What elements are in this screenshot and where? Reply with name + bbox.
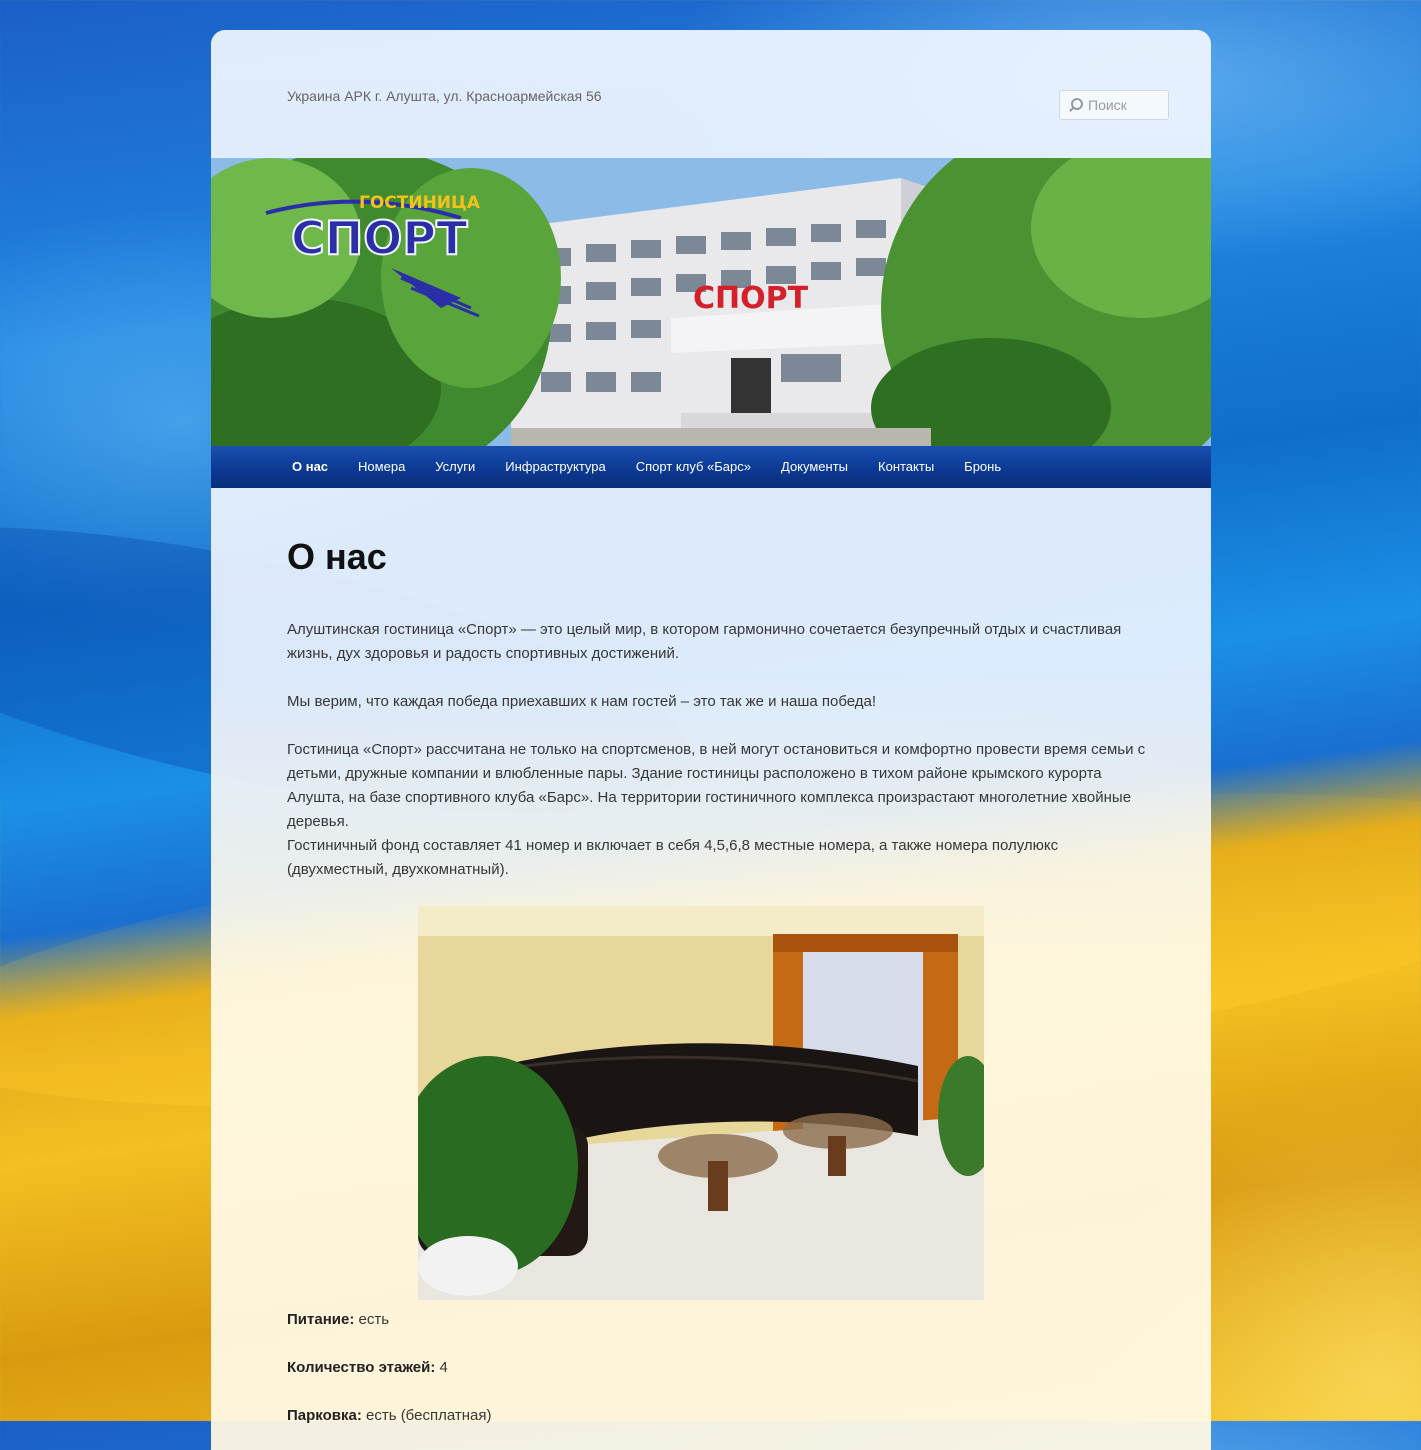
hotel-building-image: СПОРТ ГОСТИНИЦА СПОРТ xyxy=(211,158,1211,446)
svg-text:СПОРТ: СПОРТ xyxy=(291,211,468,265)
building-sign: СПОРТ xyxy=(693,281,809,316)
search-box[interactable] xyxy=(1059,90,1169,120)
paragraph: Мы верим, что каждая победа приехавших к… xyxy=(287,693,877,710)
nav-item-services[interactable]: Услуги xyxy=(420,446,490,488)
search-input[interactable] xyxy=(1088,97,1158,113)
main-navigation: О нас Номера Услуги Инфраструктура Спорт… xyxy=(211,446,1211,488)
header-banner[interactable]: СПОРТ ГОСТИНИЦА СПОРТ xyxy=(211,158,1211,446)
svg-text:ГОСТИНИЦА: ГОСТИНИЦА xyxy=(359,193,481,213)
nav-item-sport-club[interactable]: Спорт клуб «Барс» xyxy=(621,446,766,488)
page-title: О нас xyxy=(287,536,387,577)
paragraph: Гостиничный фонд составляет 41 номер и в… xyxy=(287,837,1059,878)
fact-item: Парковка: есть (бесплатная) xyxy=(287,1407,492,1424)
lobby-photo[interactable] xyxy=(418,906,984,1300)
hotel-facts: Питание: есть Количество этажей: 4 Парко… xyxy=(287,1308,491,1450)
page-content: Алуштинская гостиница «Спорт» — это целы… xyxy=(287,618,1147,906)
nav-item-infrastructure[interactable]: Инфраструктура xyxy=(490,446,620,488)
nav-item-about[interactable]: О нас xyxy=(277,446,343,488)
page-container: Украина АРК г. Алушта, ул. Красноармейск… xyxy=(211,30,1211,1450)
search-icon xyxy=(1068,98,1083,112)
fact-item: Питание: есть xyxy=(287,1311,390,1328)
nav-item-booking[interactable]: Бронь xyxy=(949,446,1016,488)
site-tagline: Украина АРК г. Алушта, ул. Красноармейск… xyxy=(287,88,602,104)
fact-item: Количество этажей: 4 xyxy=(287,1359,448,1376)
nav-item-documents[interactable]: Документы xyxy=(766,446,863,488)
paragraph: Гостиница «Спорт» рассчитана не только н… xyxy=(287,741,1146,830)
paragraph: Алуштинская гостиница «Спорт» — это целы… xyxy=(287,621,1122,662)
nav-item-contacts[interactable]: Контакты xyxy=(863,446,949,488)
nav-item-rooms[interactable]: Номера xyxy=(343,446,420,488)
